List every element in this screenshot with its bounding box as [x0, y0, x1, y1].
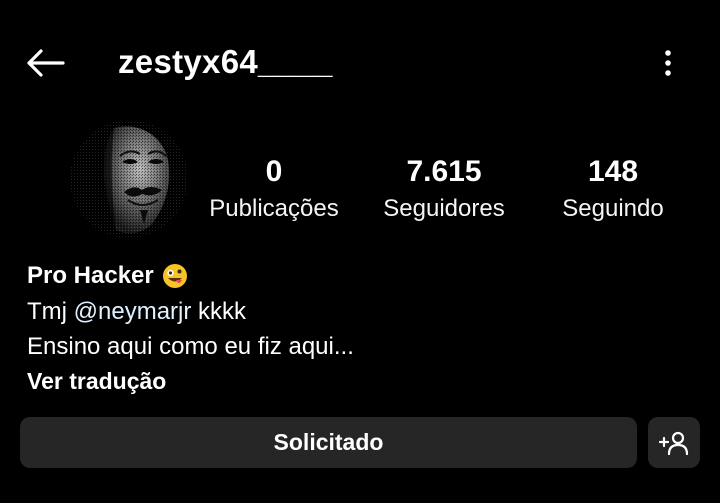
- avatar[interactable]: [70, 120, 188, 238]
- stat-following-label: Seguindo: [562, 195, 664, 222]
- bio-name-row: Pro Hacker: [27, 258, 687, 294]
- stat-posts[interactable]: 0 Publicações: [189, 152, 359, 224]
- stat-posts-label: Publicações: [209, 195, 339, 222]
- bio-line-1: Tmj @neymarjr kkkk: [27, 294, 687, 329]
- stat-followers[interactable]: 7.615 Seguidores: [359, 152, 529, 224]
- more-vertical-icon: [665, 50, 671, 76]
- mention-link[interactable]: @neymarjr: [74, 298, 192, 325]
- add-user-button[interactable]: [648, 417, 700, 468]
- bio-line-1-prefix: Tmj: [27, 298, 74, 325]
- bio-line-2: Ensino aqui como eu fiz aqui...: [27, 333, 354, 360]
- requested-button-label: Solicitado: [273, 429, 384, 455]
- profile-page: zestyx64____ 0 Publicações 7.615 Seguido…: [0, 0, 720, 503]
- bio-line-1-suffix: kkkk: [191, 298, 247, 325]
- see-translation-link[interactable]: Ver tradução: [27, 364, 687, 398]
- arrow-left-icon: [27, 49, 65, 77]
- add-user-icon: [659, 431, 689, 455]
- stat-following[interactable]: 148 Seguindo: [528, 152, 698, 224]
- profile-username: zestyx64____: [118, 43, 333, 80]
- stat-followers-value: 7.615: [406, 155, 482, 188]
- back-button[interactable]: [22, 42, 68, 84]
- requested-button[interactable]: Solicitado: [20, 417, 637, 468]
- stat-following-value: 148: [587, 155, 639, 188]
- stat-posts-value: 0: [265, 155, 283, 188]
- anonymous-mask-avatar: [70, 120, 188, 238]
- more-options-button[interactable]: [648, 42, 688, 84]
- bio-display-name: Pro Hacker: [27, 262, 154, 289]
- zany-face-emoji: [162, 264, 187, 288]
- stat-followers-label: Seguidores: [383, 195, 505, 222]
- profile-bio: Pro Hacker Tmj @neymarjr kkkk Ensino aqu…: [27, 258, 687, 398]
